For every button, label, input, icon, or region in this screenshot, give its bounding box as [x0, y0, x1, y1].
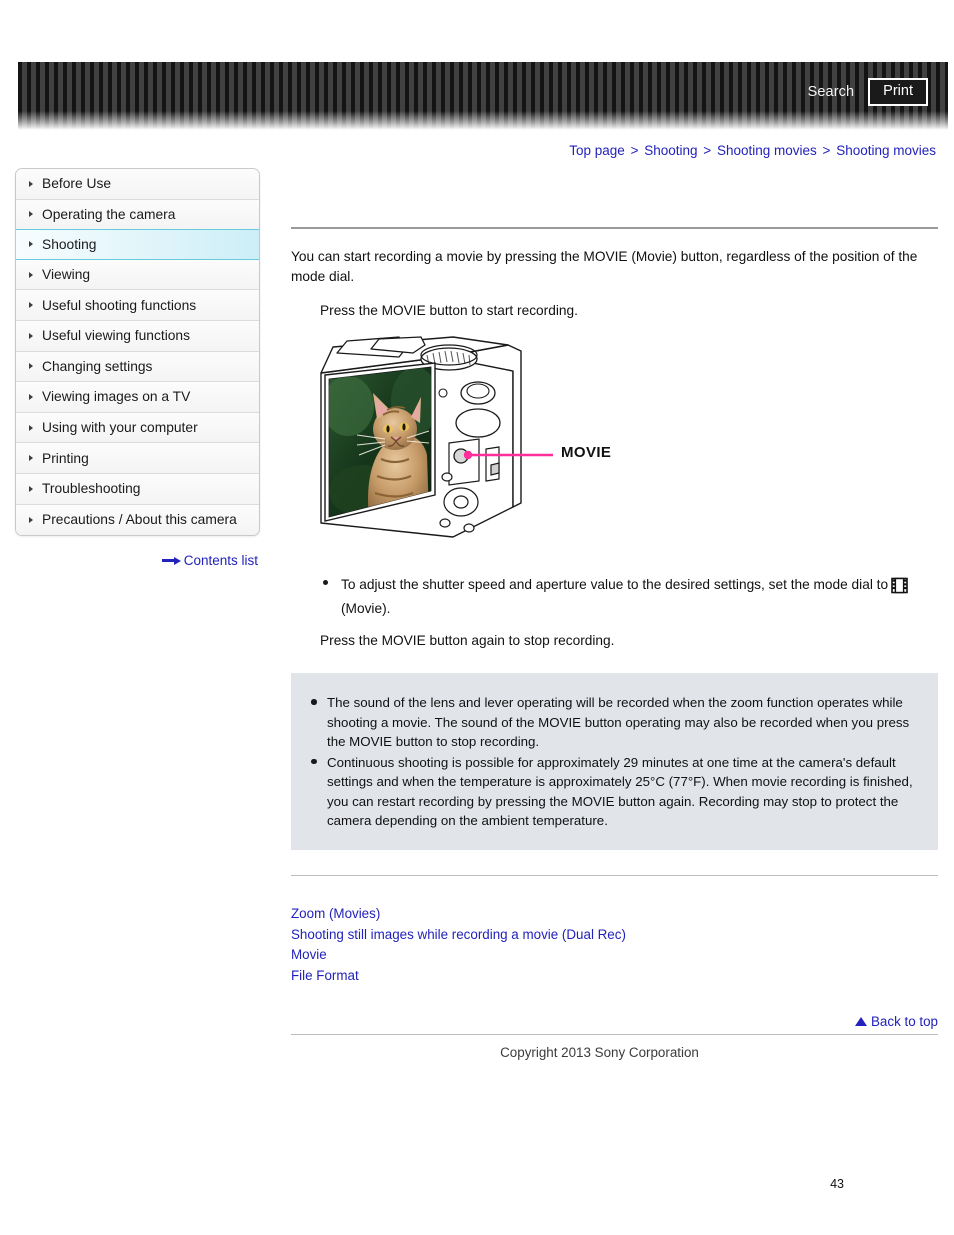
triangle-bullet-icon: [29, 241, 33, 248]
related-link-file-format[interactable]: File Format: [291, 966, 938, 987]
breadcrumb-item-current[interactable]: Shooting movies: [836, 143, 936, 158]
sidebar-item-printing[interactable]: Printing: [16, 443, 259, 474]
arrow-right-icon: [161, 556, 181, 565]
triangle-bullet-icon: [29, 485, 33, 492]
sidebar-item-label: Useful shooting functions: [42, 297, 197, 313]
sidebar-item-label: Operating the camera: [42, 206, 176, 222]
sidebar-nav: Before Use Operating the camera Shooting…: [15, 168, 260, 537]
note-item: The sound of the lens and lever operatin…: [305, 693, 916, 752]
notes-box: The sound of the lens and lever operatin…: [291, 673, 938, 850]
sidebar-item-useful-viewing-functions[interactable]: Useful viewing functions: [16, 320, 259, 352]
breadcrumb-separator: >: [703, 143, 712, 158]
copyright-text: Copyright 2013 Sony Corporation: [500, 1044, 699, 1060]
sidebar-item-label: Printing: [42, 450, 89, 466]
note-text: Continuous shooting is possible for appr…: [327, 754, 913, 829]
triangle-bullet-icon: [29, 393, 33, 400]
related-link-movie[interactable]: Movie: [291, 945, 938, 966]
page-number: 43: [830, 1177, 844, 1191]
sidebar-item-viewing-images-on-a-tv[interactable]: Viewing images on a TV: [16, 382, 259, 413]
sidebar-item-label: Using with your computer: [42, 420, 198, 436]
sidebar-item-before-use[interactable]: Before Use: [16, 169, 259, 200]
sidebar-item-label: Precautions / About this camera: [42, 512, 237, 528]
print-button[interactable]: Print: [868, 78, 928, 106]
sidebar-item-label: Before Use: [42, 176, 112, 192]
content-top-divider: [291, 227, 938, 229]
camera-illustration: MOVIE: [303, 331, 633, 563]
back-to-top-label: Back to top: [871, 1013, 938, 1029]
sidebar-item-troubleshooting[interactable]: Troubleshooting: [16, 473, 259, 505]
contents-list-label: Contents list: [183, 553, 258, 568]
breadcrumb-item-top-page[interactable]: Top page: [569, 143, 625, 158]
footer-divider: [291, 1033, 938, 1035]
sidebar-item-operating-the-camera[interactable]: Operating the camera: [16, 199, 259, 231]
bullet-dot-icon: [311, 699, 317, 705]
main-content: You can start recording a movie by press…: [291, 168, 938, 1060]
triangle-bullet-icon: [29, 180, 33, 187]
triangle-bullet-icon: [29, 302, 33, 309]
sidebar-item-useful-shooting-functions[interactable]: Useful shooting functions: [16, 290, 259, 321]
intro-paragraph: You can start recording a movie by press…: [291, 249, 918, 284]
breadcrumb-item-shooting-movies[interactable]: Shooting movies: [717, 143, 817, 158]
back-to-top-link[interactable]: Back to top: [291, 1014, 938, 1029]
breadcrumb-separator: >: [822, 143, 831, 158]
sidebar-item-label: Useful viewing functions: [42, 328, 191, 344]
sidebar-item-shooting[interactable]: Shooting: [16, 229, 259, 260]
mode-dial-note: To adjust the shutter speed and aperture…: [291, 575, 938, 620]
bullet-dot-icon: [323, 579, 328, 585]
related-links: Zoom (Movies) Shooting still images whil…: [291, 904, 938, 987]
bullet-dot-icon: [311, 758, 317, 765]
triangle-bullet-icon: [29, 271, 33, 278]
mode-dial-note-suffix: (Movie).: [341, 601, 391, 617]
triangle-bullet-icon: [29, 363, 33, 370]
breadcrumb-separator: >: [630, 143, 639, 158]
triangle-bullet-icon: [29, 455, 33, 462]
header-controls: Search Print: [808, 78, 928, 106]
sidebar-item-changing-settings[interactable]: Changing settings: [16, 351, 259, 383]
mode-dial-note-text: To adjust the shutter speed and aperture…: [341, 576, 889, 592]
triangle-bullet-icon: [29, 516, 33, 523]
triangle-bullet-icon: [29, 211, 33, 218]
note-text: The sound of the lens and lever operatin…: [327, 695, 910, 750]
sidebar-item-precautions-about-this-camera[interactable]: Precautions / About this camera: [16, 504, 259, 536]
movie-mode-icon: [891, 577, 908, 600]
related-links-divider: [291, 874, 938, 876]
breadcrumb-item-shooting[interactable]: Shooting: [644, 143, 697, 158]
sidebar-item-label: Viewing: [42, 267, 91, 283]
step-start-recording: Press the MOVIE button to start recordin…: [320, 302, 578, 318]
step-stop-recording: Press the MOVIE button again to stop rec…: [320, 633, 615, 649]
triangle-bullet-icon: [29, 332, 33, 339]
triangle-bullet-icon: [29, 424, 33, 431]
sidebar-item-using-with-your-computer[interactable]: Using with your computer: [16, 412, 259, 444]
triangle-up-icon: [855, 1016, 867, 1026]
related-link-zoom-movies[interactable]: Zoom (Movies): [291, 904, 938, 925]
contents-list-link[interactable]: Contents list: [15, 553, 258, 568]
note-item: Continuous shooting is possible for appr…: [305, 753, 916, 831]
sidebar-item-label: Troubleshooting: [42, 481, 141, 497]
sidebar-item-label: Viewing images on a TV: [42, 389, 191, 405]
related-link-dual-rec[interactable]: Shooting still images while recording a …: [291, 925, 938, 946]
search-label[interactable]: Search: [808, 84, 855, 100]
site-header: Search Print: [18, 62, 948, 130]
sidebar-item-viewing[interactable]: Viewing: [16, 259, 259, 291]
breadcrumb: Top page > Shooting > Shooting movies > …: [569, 143, 936, 158]
sidebar-item-label: Shooting: [42, 236, 97, 252]
movie-callout-label: MOVIE: [561, 443, 612, 461]
sidebar-item-label: Changing settings: [42, 358, 153, 374]
